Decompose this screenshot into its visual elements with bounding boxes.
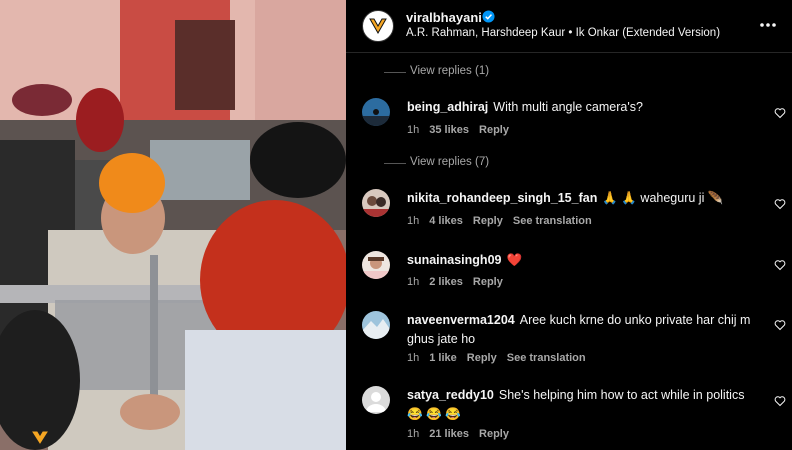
comment-meta: 1h 21 likes Reply <box>407 428 519 440</box>
comment-time: 1h <box>407 352 420 364</box>
post-username[interactable]: viralbhayani <box>406 10 482 25</box>
comment-text: With multi angle camera's? <box>493 100 643 114</box>
see-translation-button[interactable]: See translation <box>513 215 592 227</box>
see-translation-button[interactable]: See translation <box>507 352 586 364</box>
view-replies-button[interactable]: View replies (1) <box>383 65 489 77</box>
commenter-avatar[interactable] <box>362 98 390 126</box>
comment-username[interactable]: nikita_rohandeep_singh_15_fan <box>407 191 597 205</box>
reply-button[interactable]: Reply <box>473 215 503 227</box>
like-heart-icon[interactable] <box>774 259 786 271</box>
reply-button[interactable]: Reply <box>479 428 509 440</box>
comment-likes[interactable]: 2 likes <box>429 276 463 288</box>
more-options-icon[interactable] <box>756 13 780 37</box>
comment-username[interactable]: being_adhiraj <box>407 100 488 114</box>
comment-time: 1h <box>407 215 420 227</box>
verified-badge-icon <box>482 10 495 23</box>
comment-username[interactable]: naveenverma1204 <box>407 313 515 327</box>
video-frame-image <box>0 0 346 450</box>
comment-likes[interactable]: 35 likes <box>429 124 469 136</box>
comment-meta: 1h 4 likes Reply See translation <box>407 215 602 227</box>
comment-meta: 1h 1 like Reply See translation <box>407 352 596 364</box>
profile-avatar[interactable] <box>362 10 394 42</box>
comment-meta: 1h 2 likes Reply <box>407 276 513 288</box>
comment-likes[interactable]: 1 like <box>429 352 457 364</box>
comment-time: 1h <box>407 276 420 288</box>
reply-button[interactable]: Reply <box>473 276 503 288</box>
like-heart-icon[interactable] <box>774 395 786 407</box>
like-heart-icon[interactable] <box>774 319 786 331</box>
post-video[interactable] <box>0 0 346 450</box>
comment-meta: 1h 35 likes Reply <box>407 124 519 136</box>
brand-watermark-icon <box>32 431 48 444</box>
comments-panel: viralbhayani A.R. Rahman, Harshdeep Kaur… <box>346 0 792 450</box>
comment-username[interactable]: satya_reddy10 <box>407 388 494 402</box>
comment-time: 1h <box>407 428 420 440</box>
like-heart-icon[interactable] <box>774 107 786 119</box>
audio-track[interactable]: A.R. Rahman, Harshdeep Kaur • Ik Onkar (… <box>406 27 720 39</box>
comment-time: 1h <box>407 124 420 136</box>
commenter-avatar[interactable] <box>362 251 390 279</box>
reply-button[interactable]: Reply <box>467 352 497 364</box>
commenter-avatar[interactable] <box>362 311 390 339</box>
comment-likes[interactable]: 4 likes <box>429 215 463 227</box>
reply-button[interactable]: Reply <box>479 124 509 136</box>
v-logo-icon <box>369 18 387 35</box>
post-header: viralbhayani A.R. Rahman, Harshdeep Kaur… <box>346 0 792 53</box>
comment-text: ❤️ <box>506 253 523 267</box>
view-replies-button[interactable]: View replies (7) <box>383 156 489 168</box>
like-heart-icon[interactable] <box>774 198 786 210</box>
commenter-avatar[interactable] <box>362 189 390 217</box>
commenter-avatar[interactable] <box>362 386 390 414</box>
comment-likes[interactable]: 21 likes <box>429 428 469 440</box>
comment-text: 🙏 🙏 waheguru ji 🪶 <box>602 191 724 205</box>
comment-username[interactable]: sunainasingh09 <box>407 253 501 267</box>
